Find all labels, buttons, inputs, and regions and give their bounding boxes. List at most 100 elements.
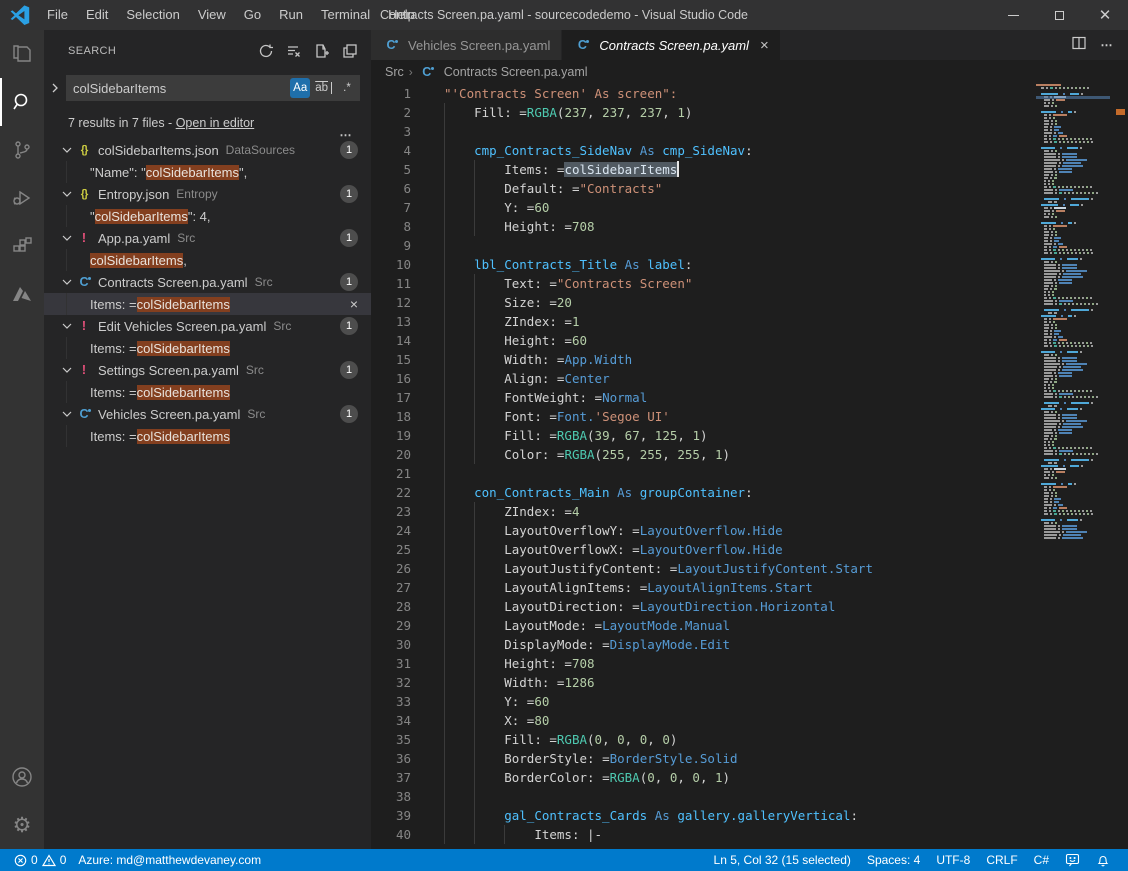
menu-edit[interactable]: Edit	[77, 0, 117, 30]
search-input[interactable]	[73, 81, 290, 96]
search-match-row[interactable]: Items: =colSidebarItems×	[44, 293, 371, 315]
line-number[interactable]: 8	[371, 217, 411, 236]
search-match-row[interactable]: Items: =colSidebarItems	[44, 425, 371, 447]
line-number[interactable]: 10	[371, 255, 411, 274]
code-line[interactable]: 25 LayoutOverflowX: =LayoutOverflow.Hide	[371, 540, 1128, 559]
code-line[interactable]: 39 gal_Contracts_Cards As gallery.galler…	[371, 806, 1128, 825]
line-number[interactable]: 5	[371, 160, 411, 179]
code-line[interactable]: 4 cmp_Contracts_SideNav As cmp_SideNav:	[371, 141, 1128, 160]
activity-search[interactable]	[0, 78, 44, 126]
search-result-file-row[interactable]: {}Entropy.jsonEntropy1	[44, 183, 371, 205]
line-number[interactable]: 14	[371, 331, 411, 350]
code-line[interactable]: 33 Y: =60	[371, 692, 1128, 711]
line-number[interactable]: 6	[371, 179, 411, 198]
search-match-row[interactable]: colSidebarItems,	[44, 249, 371, 271]
code-line[interactable]: 3	[371, 122, 1128, 141]
line-number[interactable]: 18	[371, 407, 411, 426]
indentation-status[interactable]: Spaces: 4	[859, 849, 928, 871]
line-number[interactable]: 28	[371, 597, 411, 616]
more-actions-button[interactable]: ⋯	[1101, 38, 1115, 52]
code-line[interactable]: 34 X: =80	[371, 711, 1128, 730]
refresh-button[interactable]	[255, 40, 277, 62]
code-line[interactable]: 12 Size: =20	[371, 293, 1128, 312]
eol-status[interactable]: CRLF	[978, 849, 1025, 871]
tab-vehicles-screen-pa-yaml[interactable]: CVehicles Screen.pa.yaml	[371, 30, 561, 60]
line-number[interactable]: 21	[371, 464, 411, 483]
search-match-row[interactable]: "colSidebarItems": 4,	[44, 205, 371, 227]
azure-account-status[interactable]: Azure: md@matthewdevaney.com	[72, 849, 267, 871]
tab-close-icon[interactable]: ×	[760, 38, 769, 53]
chevron-down-icon[interactable]	[59, 142, 75, 158]
chevron-down-icon[interactable]	[59, 274, 75, 290]
line-number[interactable]: 39	[371, 806, 411, 825]
language-mode-status[interactable]: C#	[1026, 849, 1057, 871]
menu-terminal[interactable]: Terminal	[312, 0, 379, 30]
code-line[interactable]: 16 Align: =Center	[371, 369, 1128, 388]
activity-extensions[interactable]	[0, 222, 44, 270]
code-line[interactable]: 6 Default: ="Contracts"	[371, 179, 1128, 198]
search-result-file-row[interactable]: CContracts Screen.pa.yamlSrc1	[44, 271, 371, 293]
line-number[interactable]: 15	[371, 350, 411, 369]
search-result-file-row[interactable]: !Settings Screen.pa.yamlSrc1	[44, 359, 371, 381]
maximize-button[interactable]	[1036, 0, 1082, 30]
line-number[interactable]: 24	[371, 521, 411, 540]
code-line[interactable]: 21	[371, 464, 1128, 483]
search-result-file-row[interactable]: !App.pa.yamlSrc1	[44, 227, 371, 249]
code-line[interactable]: 23 ZIndex: =4	[371, 502, 1128, 521]
line-number[interactable]: 2	[371, 103, 411, 122]
code-line[interactable]: 5 Items: =colSidebarItems	[371, 160, 1128, 179]
code-line[interactable]: 40 Items: |-	[371, 825, 1128, 844]
line-number[interactable]: 40	[371, 825, 411, 844]
code-line[interactable]: 36 BorderStyle: =BorderStyle.Solid	[371, 749, 1128, 768]
whole-word-toggle[interactable]: ab	[313, 78, 334, 98]
activity-account[interactable]	[0, 753, 44, 801]
line-number[interactable]: 22	[371, 483, 411, 502]
line-number[interactable]: 12	[371, 293, 411, 312]
search-result-file-row[interactable]: CVehicles Screen.pa.yamlSrc1	[44, 403, 371, 425]
line-number[interactable]: 13	[371, 312, 411, 331]
search-result-file-row[interactable]: {}colSidebarItems.jsonDataSources1	[44, 139, 371, 161]
search-result-file-row[interactable]: !Edit Vehicles Screen.pa.yamlSrc1	[44, 315, 371, 337]
line-number[interactable]: 31	[371, 654, 411, 673]
code-line[interactable]: 19 Fill: =RGBA(39, 67, 125, 1)	[371, 426, 1128, 445]
code-line[interactable]: 32 Width: =1286	[371, 673, 1128, 692]
breadcrumb-file[interactable]: Contracts Screen.pa.yaml	[444, 65, 588, 79]
menu-go[interactable]: Go	[235, 0, 270, 30]
line-number[interactable]: 35	[371, 730, 411, 749]
activity-settings[interactable]: ⚙	[0, 801, 44, 849]
chevron-down-icon[interactable]	[59, 318, 75, 334]
chevron-down-icon[interactable]	[59, 186, 75, 202]
code-line[interactable]: 2 Fill: =RGBA(237, 237, 237, 1)	[371, 103, 1128, 122]
menu-selection[interactable]: Selection	[117, 0, 188, 30]
problems-status[interactable]: 0 0	[8, 849, 72, 871]
code-line[interactable]: 8 Height: =708	[371, 217, 1128, 236]
line-number[interactable]: 25	[371, 540, 411, 559]
code-line[interactable]: 38	[371, 787, 1128, 806]
line-number[interactable]: 32	[371, 673, 411, 692]
feedback-button[interactable]	[1057, 849, 1088, 871]
overview-ruler[interactable]	[1110, 84, 1128, 849]
line-number[interactable]: 27	[371, 578, 411, 597]
chevron-down-icon[interactable]	[59, 362, 75, 378]
line-number[interactable]: 11	[371, 274, 411, 293]
close-button[interactable]: ✕	[1082, 0, 1128, 30]
notifications-button[interactable]	[1088, 849, 1118, 871]
search-match-row[interactable]: Items: =colSidebarItems	[44, 337, 371, 359]
line-number[interactable]: 29	[371, 616, 411, 635]
regex-toggle[interactable]: .*	[337, 78, 357, 98]
code-line[interactable]: 35 Fill: =RGBA(0, 0, 0, 0)	[371, 730, 1128, 749]
code-line[interactable]: 15 Width: =App.Width	[371, 350, 1128, 369]
code-line[interactable]: 18 Font: =Font.'Segoe UI'	[371, 407, 1128, 426]
breadcrumb[interactable]: Src › C Contracts Screen.pa.yaml	[371, 60, 1128, 84]
line-number[interactable]: 1	[371, 84, 411, 103]
split-editor-button[interactable]	[1071, 35, 1087, 56]
code-line[interactable]: 24 LayoutOverflowY: =LayoutOverflow.Hide	[371, 521, 1128, 540]
code-line[interactable]: 14 Height: =60	[371, 331, 1128, 350]
activity-source-control[interactable]	[0, 126, 44, 174]
collapse-all-button[interactable]	[339, 40, 361, 62]
code-line[interactable]: 28 LayoutDirection: =LayoutDirection.Hor…	[371, 597, 1128, 616]
code-line[interactable]: 10 lbl_Contracts_Title As label:	[371, 255, 1128, 274]
open-in-editor-link[interactable]: Open in editor	[176, 116, 255, 130]
dismiss-match-icon[interactable]: ×	[350, 296, 358, 312]
code-line[interactable]: 17 FontWeight: =Normal	[371, 388, 1128, 407]
